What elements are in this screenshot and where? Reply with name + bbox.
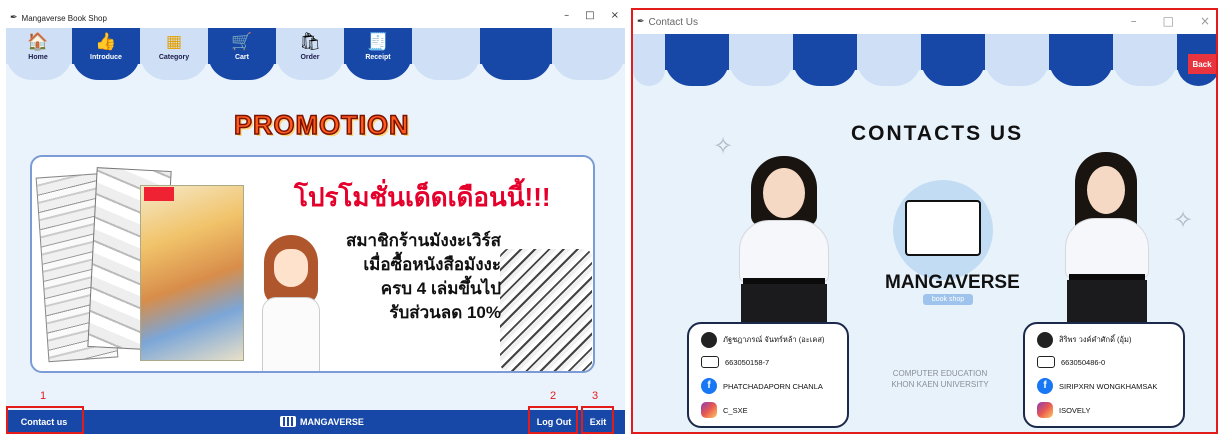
mangaverse-main-window: ✒ Mangaverse Book Shop – □ × 🏠 Home 👍 In… <box>6 8 625 434</box>
awning-decoration <box>633 34 1216 92</box>
id-card-icon <box>1037 356 1055 368</box>
promotion-banner: โปรโมชั่นเด็ดเดือนนี้!!! สมาชิกร้านมังงะ… <box>30 155 595 373</box>
minimize-button[interactable]: – <box>564 10 569 21</box>
home-icon: 🏠 <box>27 32 49 52</box>
receipt-icon: 🧾 <box>367 32 389 52</box>
book-logo-icon <box>280 416 296 427</box>
banner-headline: โปรโมชั่นเด็ดเดือนนี้!!! <box>294 182 551 212</box>
banner-line: สมาชิกร้านมังงะเวิร์ส <box>345 231 501 250</box>
contacts-heading: CONTACTS US <box>851 122 1024 145</box>
nav-label: Home <box>28 54 48 61</box>
person-name: ภัฐชฎาภรณ์ จันทร์หล้า (อะเคส) <box>723 335 825 344</box>
sparkle-icon: ✧ <box>1173 206 1194 234</box>
person-name: สิริพร วงค์คำศักดิ์ (อุ้ม) <box>1059 335 1132 344</box>
nav-category-button[interactable]: ▦ Category <box>144 32 204 61</box>
right-titlebar: ✒ Contact Us – □ × <box>633 10 1216 34</box>
banner-line: ครบ 4 เล่มขึ้นไป <box>380 279 501 298</box>
order-icon: 🛍 <box>299 32 321 52</box>
contact-card-1: ภัฐชฎาภรณ์ จันทร์หล้า (อะเคส) 663050158-… <box>687 322 849 428</box>
window-title: Contact Us <box>648 16 699 28</box>
close-button[interactable]: × <box>1200 14 1210 28</box>
id-card-icon <box>701 356 719 368</box>
nav-receipt-button[interactable]: 🧾 Receipt <box>348 32 408 61</box>
person-photo-1 <box>729 150 839 330</box>
window-title: Mangaverse Book Shop <box>21 13 107 23</box>
university-line: COMPUTER EDUCATION <box>892 369 988 378</box>
nav-order-button[interactable]: 🛍 Order <box>280 32 340 61</box>
user-icon <box>701 332 717 348</box>
facebook-icon: f <box>701 378 717 394</box>
back-button[interactable]: Back <box>1188 54 1216 74</box>
highlight-box-2 <box>528 406 578 434</box>
university-line: KHON KAEN UNIVERSITY <box>891 380 989 389</box>
facebook-name: PHATCHADAPORN CHANLA <box>723 381 823 391</box>
maximize-button[interactable]: □ <box>1163 14 1174 28</box>
nav-label: Category <box>158 54 190 61</box>
category-icon: ▦ <box>165 32 183 52</box>
student-id: 663050486-0 <box>1061 357 1106 367</box>
nav-cart-button[interactable]: 🛒 Cart <box>212 32 272 61</box>
facebook-name: SIRIPXRN WONGKHAMSAK <box>1059 381 1158 391</box>
nav-home-button[interactable]: 🏠 Home <box>8 32 68 61</box>
banner-line: เมื่อซื้อหนังสือมังงะ <box>363 255 501 274</box>
like-icon: 👍 <box>95 32 117 52</box>
instagram-handle: C_SXE <box>723 405 748 415</box>
marker-2: 2 <box>550 390 557 402</box>
instagram-icon <box>1037 402 1053 418</box>
feather-icon: ✒ <box>10 13 18 23</box>
marker-1: 1 <box>40 390 47 402</box>
footer-logo-text: MANGAVERSE <box>300 416 364 427</box>
left-titlebar: ✒ Mangaverse Book Shop – □ × <box>6 8 625 28</box>
manga-girls-illustration <box>500 249 592 371</box>
nav-label: Introduce <box>90 54 122 61</box>
contact-card-2: สิริพร วงค์คำศักดิ์ (อุ้ม) 663050486-0 f… <box>1023 322 1185 428</box>
nav-label: Receipt <box>365 54 391 61</box>
contact-us-window: ✒ Contact Us – □ × Back ✧ ✧ CONTACTS US <box>631 8 1218 434</box>
close-button[interactable]: × <box>611 10 619 21</box>
manga-cover-tag <box>144 187 174 201</box>
instagram-icon <box>701 402 717 418</box>
book-logo-icon <box>905 200 981 256</box>
facebook-icon: f <box>1037 378 1053 394</box>
minimize-button[interactable]: – <box>1131 14 1137 28</box>
anime-girl-illustration <box>258 227 324 371</box>
feather-icon: ✒ <box>637 17 645 27</box>
manga-cover-image <box>140 185 244 361</box>
logo-subtitle: book shop <box>923 294 973 305</box>
banner-line: รับส่วนลด 10% <box>389 303 501 322</box>
cart-icon: 🛒 <box>231 32 253 52</box>
nav-label: Cart <box>234 54 249 61</box>
nav-introduce-button[interactable]: 👍 Introduce <box>76 32 136 61</box>
person-photo-2 <box>1051 148 1161 330</box>
highlight-box-1 <box>6 406 84 434</box>
instagram-handle: ISOVELY <box>1059 405 1091 415</box>
nav-label: Order <box>300 54 320 61</box>
maximize-button[interactable]: □ <box>585 10 594 21</box>
promotion-title: PROMOTION <box>233 109 410 141</box>
marker-3: 3 <box>592 390 599 402</box>
university-label: COMPUTER EDUCATION KHON KAEN UNIVERSITY <box>855 368 1025 390</box>
footer-logo: MANGAVERSE <box>280 416 364 427</box>
highlight-box-3 <box>581 406 614 434</box>
user-icon <box>1037 332 1053 348</box>
logo-wordmark: MANGAVERSE <box>885 272 1020 293</box>
student-id: 663050158-7 <box>725 357 770 367</box>
